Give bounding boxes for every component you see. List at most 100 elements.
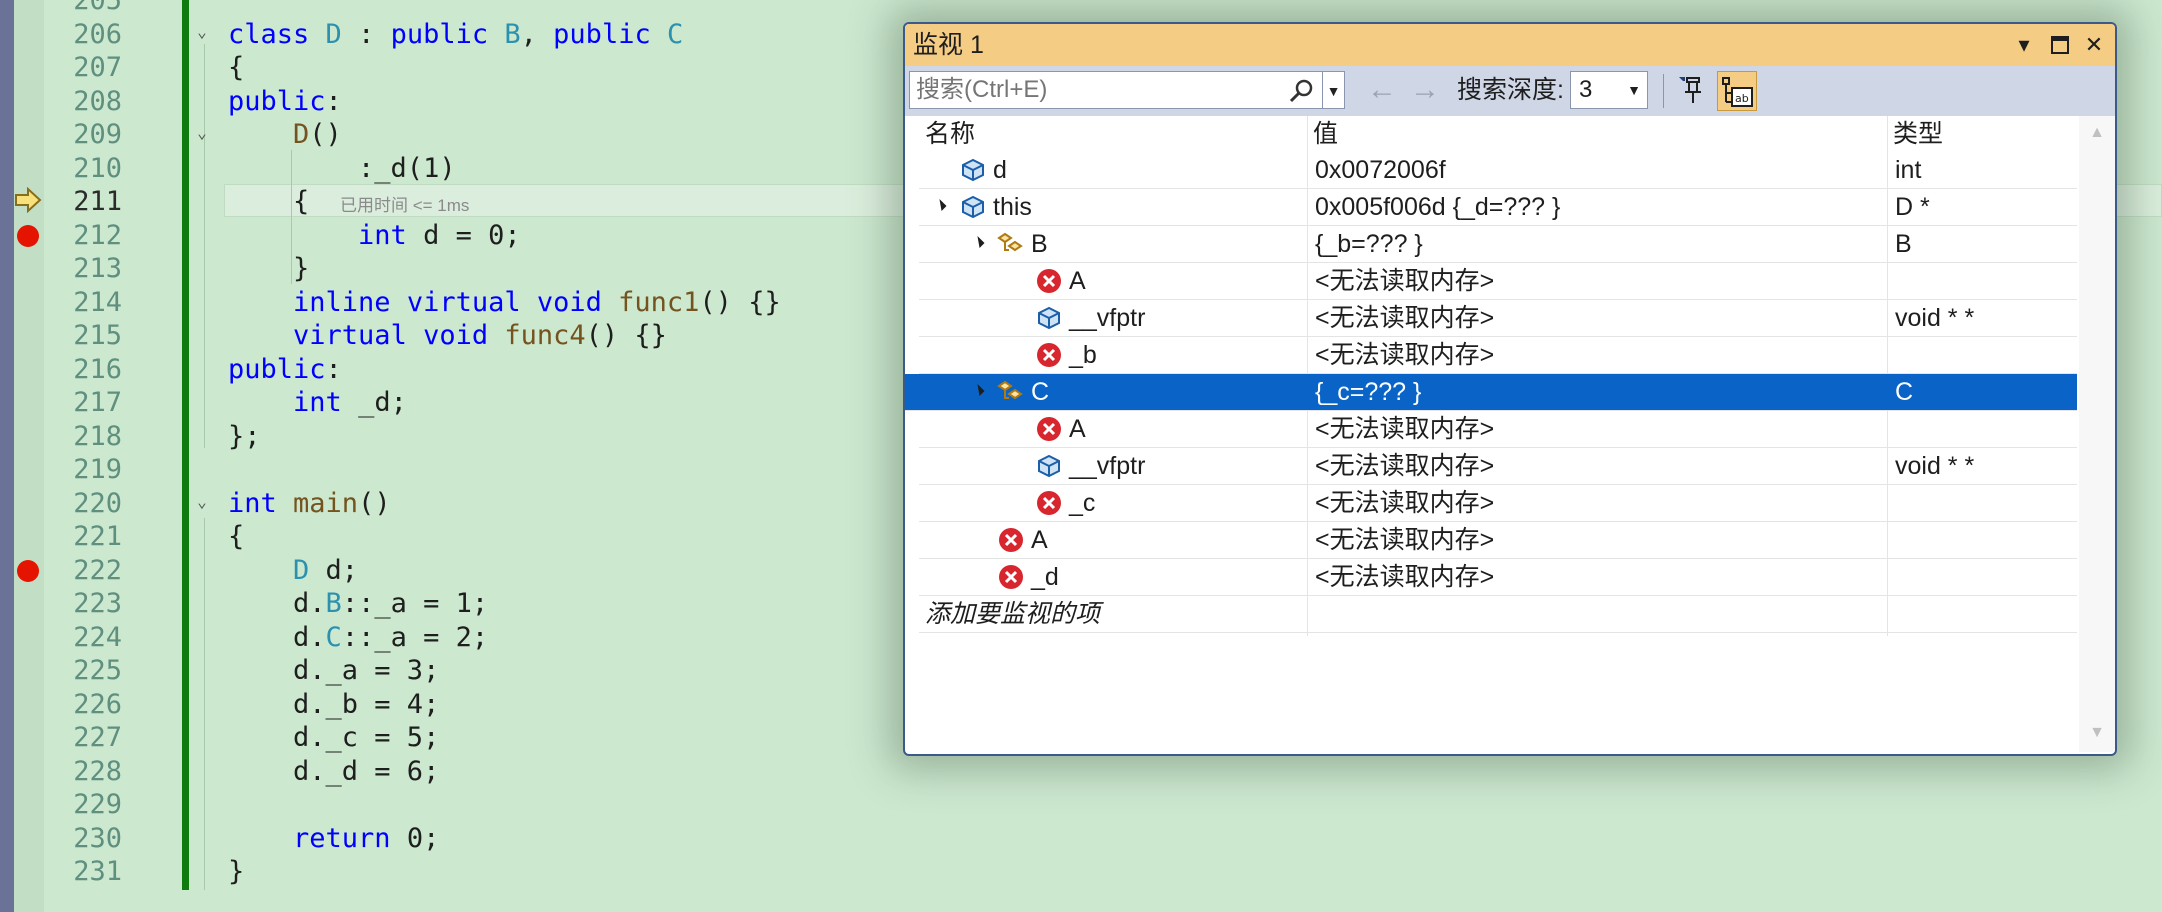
- code-text[interactable]: d.B::_a = 1;: [228, 587, 488, 621]
- code-line[interactable]: 205: [0, 0, 2162, 18]
- code-text[interactable]: int d = 0;: [228, 219, 521, 253]
- code-line[interactable]: 229: [0, 788, 2162, 822]
- field-icon: [959, 156, 987, 184]
- code-text[interactable]: return 0;: [228, 822, 439, 856]
- code-text[interactable]: d._c = 5;: [228, 721, 439, 755]
- code-token: :: [325, 85, 342, 117]
- search-box[interactable]: [909, 71, 1323, 109]
- close-icon[interactable]: ✕: [2079, 30, 2109, 60]
- scroll-up-icon[interactable]: ▲: [2089, 124, 2105, 142]
- watch-row[interactable]: A <无法读取内存>: [919, 522, 2077, 559]
- watch-name-cell[interactable]: A: [1031, 522, 1048, 558]
- watch-row[interactable]: A <无法读取内存>: [919, 411, 2077, 448]
- watch-value-cell[interactable]: <无法读取内存>: [1315, 337, 1494, 373]
- watch-row[interactable]: B {_b=??? } B: [919, 226, 2077, 263]
- watch-value-cell[interactable]: 0x0072006f: [1315, 152, 1446, 188]
- column-header-type[interactable]: 类型: [1893, 116, 1943, 152]
- code-text[interactable]: int _d;: [228, 386, 407, 420]
- watch-name-cell[interactable]: __vfptr: [1069, 448, 1145, 484]
- add-watch-row[interactable]: 添加要监视的项: [919, 596, 2077, 633]
- code-text[interactable]: D d;: [228, 554, 358, 588]
- code-text[interactable]: inline virtual void func1() {}: [228, 286, 781, 320]
- watch-row[interactable]: _b <无法读取内存>: [919, 337, 2077, 374]
- code-text[interactable]: public:: [228, 85, 342, 119]
- code-text[interactable]: D(): [228, 118, 342, 152]
- maximize-icon[interactable]: [2045, 30, 2075, 60]
- watch-type-cell: void * *: [1895, 452, 1975, 480]
- watch-row[interactable]: _c <无法读取内存>: [919, 485, 2077, 522]
- code-token: int: [228, 487, 294, 519]
- add-watch-placeholder[interactable]: 添加要监视的项: [925, 596, 1100, 632]
- code-text[interactable]: d._b = 4;: [228, 688, 439, 722]
- search-icon[interactable]: [1288, 78, 1314, 104]
- watch-value-cell[interactable]: <无法读取内存>: [1315, 448, 1494, 484]
- code-line[interactable]: 231}: [0, 855, 2162, 889]
- watch-value-cell[interactable]: <无法读取内存>: [1315, 559, 1494, 595]
- scroll-down-icon[interactable]: ▼: [2089, 724, 2105, 742]
- watch-value-cell[interactable]: <无法读取内存>: [1315, 522, 1494, 558]
- watch-row[interactable]: _d <无法读取内存>: [919, 559, 2077, 596]
- code-text[interactable]: d.C::_a = 2;: [228, 621, 488, 655]
- code-text[interactable]: int main(): [228, 487, 391, 521]
- watch-value-cell[interactable]: <无法读取内存>: [1315, 300, 1494, 336]
- code-text[interactable]: }: [228, 252, 309, 286]
- code-text[interactable]: virtual void func4() {}: [228, 319, 667, 353]
- watch-value-cell[interactable]: {_c=??? }: [1315, 374, 1421, 410]
- watch-name-cell[interactable]: d: [993, 152, 1007, 188]
- search-forward-icon[interactable]: →: [1410, 74, 1440, 106]
- code-text[interactable]: {: [228, 51, 244, 85]
- code-token: d._c = 5;: [228, 722, 440, 753]
- watch-name-cell[interactable]: A: [1069, 411, 1086, 447]
- watch-row[interactable]: C {_c=??? } C: [905, 374, 2077, 411]
- watch-name-cell[interactable]: __vfptr: [1069, 300, 1145, 336]
- search-options-dropdown[interactable]: ▼: [1323, 71, 1345, 109]
- code-text[interactable]: };: [228, 420, 261, 454]
- watch-row[interactable]: this 0x005f006d {_d=??? } D *: [919, 189, 2077, 226]
- code-line[interactable]: 228 d._d = 6;: [0, 755, 2162, 789]
- watch-row[interactable]: __vfptr <无法读取内存> void * *: [919, 448, 2077, 485]
- breakpoint-icon[interactable]: [17, 224, 39, 247]
- search-input[interactable]: [916, 72, 1276, 108]
- watch-name-cell[interactable]: A: [1069, 263, 1086, 299]
- watch-value-cell[interactable]: 0x005f006d {_d=??? }: [1315, 189, 1560, 225]
- code-text[interactable]: class D : public B, public C: [228, 18, 683, 52]
- pin-icon[interactable]: [1675, 74, 1707, 106]
- watch-row[interactable]: A <无法读取内存>: [919, 263, 2077, 300]
- search-depth-select[interactable]: 3 ▼: [1570, 71, 1648, 109]
- column-header-value[interactable]: 值: [1313, 116, 1338, 152]
- code-text[interactable]: public:: [228, 353, 342, 387]
- vertical-scrollbar[interactable]: [2079, 116, 2115, 752]
- watch-name-cell[interactable]: B: [1031, 226, 1048, 262]
- search-back-icon[interactable]: ←: [1367, 74, 1397, 106]
- code-text[interactable]: {: [228, 520, 244, 554]
- watch-name-cell[interactable]: this: [993, 189, 1032, 225]
- watch-name-cell[interactable]: _d: [1031, 559, 1059, 595]
- code-text[interactable]: {: [228, 185, 309, 219]
- expander-icon[interactable]: [972, 383, 985, 397]
- breakpoint-icon[interactable]: [17, 559, 39, 582]
- code-text[interactable]: d._d = 6;: [228, 755, 439, 789]
- column-header-name[interactable]: 名称: [925, 116, 975, 152]
- window-menu-icon[interactable]: ▾: [2009, 30, 2039, 60]
- code-text[interactable]: :_d(1): [228, 152, 456, 186]
- code-text[interactable]: }: [228, 855, 244, 889]
- watch-titlebar[interactable]: 监视 1 ▾ ✕: [905, 24, 2115, 66]
- watch-row[interactable]: __vfptr <无法读取内存> void * *: [919, 300, 2077, 337]
- expander-icon[interactable]: [934, 198, 947, 212]
- watch-value-cell[interactable]: <无法读取内存>: [1315, 485, 1494, 521]
- watch-value-cell[interactable]: {_b=??? }: [1315, 226, 1423, 262]
- watch-row[interactable]: d 0x0072006f int: [919, 152, 2077, 189]
- code-token: public: [228, 85, 326, 117]
- watch-name-cell[interactable]: _b: [1069, 337, 1097, 373]
- watch-name-cell[interactable]: C: [1031, 374, 1050, 410]
- expander-icon[interactable]: [972, 235, 985, 249]
- code-line[interactable]: 230 return 0;: [0, 822, 2162, 856]
- code-text[interactable]: d._a = 3;: [228, 654, 439, 688]
- watch-value-cell[interactable]: <无法读取内存>: [1315, 411, 1494, 447]
- line-number: 220: [73, 487, 122, 519]
- hexadecimal-display-button[interactable]: ab: [1717, 71, 1757, 111]
- watch-value-cell[interactable]: <无法读取内存>: [1315, 263, 1494, 299]
- watch-name-cell[interactable]: _c: [1069, 485, 1095, 521]
- watch-window[interactable]: 监视 1 ▾ ✕ ▼ ← → 搜索深度: 3 ▼: [903, 22, 2117, 756]
